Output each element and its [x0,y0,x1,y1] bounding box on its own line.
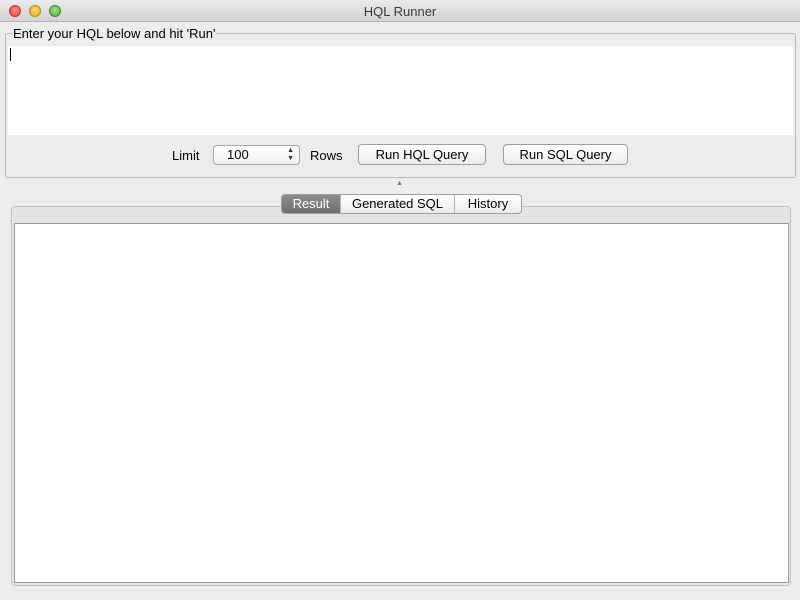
window-title: HQL Runner [363,4,437,19]
run-sql-query-button[interactable]: Run SQL Query [503,144,628,165]
hql-editor[interactable] [8,46,793,135]
tab-bar: Result Generated SQL History [281,194,522,214]
result-area[interactable] [14,223,789,583]
limit-label: Limit [172,148,200,163]
tab-generated-sql[interactable]: Generated SQL [341,195,455,213]
split-handle-icon[interactable]: ▲ [396,180,403,187]
text-caret [10,48,11,61]
rows-label: Rows [310,148,343,163]
hql-group-legend: Enter your HQL below and hit 'Run' [12,26,217,41]
run-hql-query-button[interactable]: Run HQL Query [358,144,486,165]
title-bar: HQL Runner [0,0,800,22]
limit-value: 100 [227,147,249,162]
hql-runner-window: HQL Runner Enter your HQL below and hit … [0,0,800,600]
tab-history[interactable]: History [455,195,521,213]
limit-spinner[interactable]: 100 ▲ ▼ [213,145,300,165]
spinner-arrows-icon[interactable]: ▲ ▼ [287,147,294,163]
tab-result[interactable]: Result [282,195,341,213]
